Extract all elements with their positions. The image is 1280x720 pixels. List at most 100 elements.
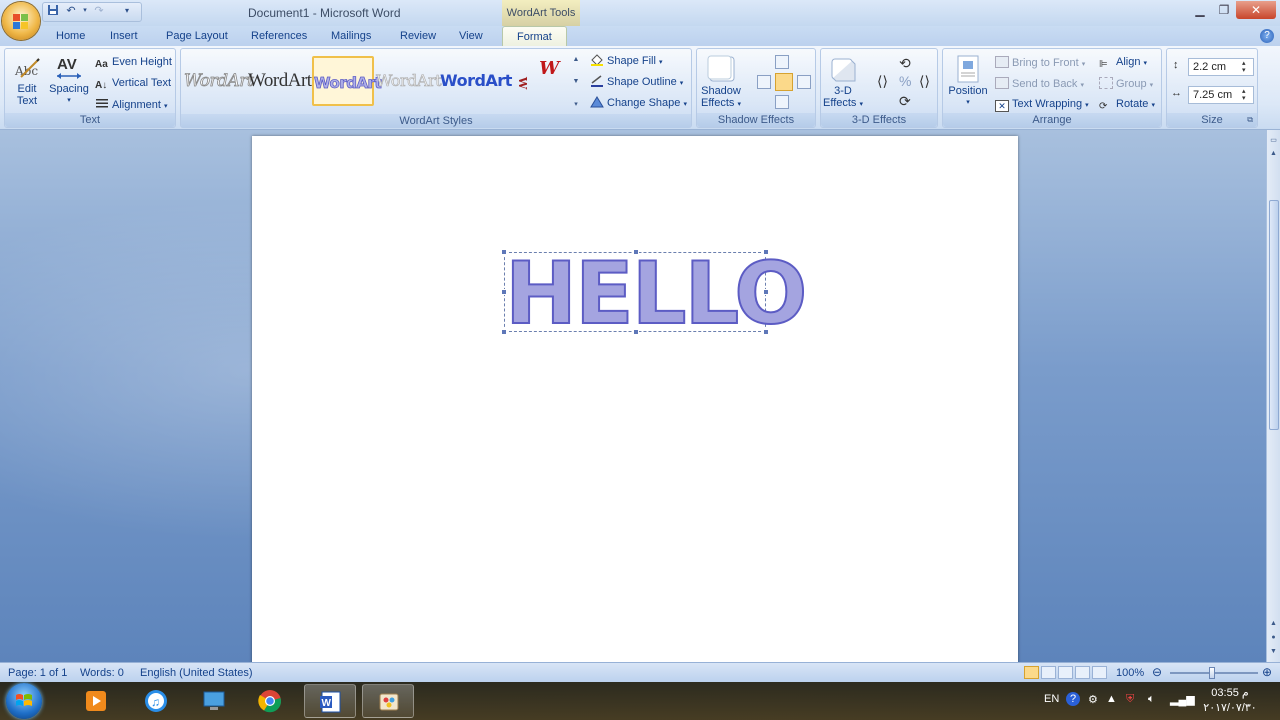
- page-count[interactable]: Page: 1 of 1: [8, 667, 67, 679]
- nudge-shadow-down-icon[interactable]: [775, 95, 789, 109]
- resize-handle-s[interactable]: [633, 329, 639, 335]
- tilt-down-icon[interactable]: ⟳: [899, 93, 911, 110]
- tab-references[interactable]: References: [251, 30, 307, 42]
- tab-page-layout[interactable]: Page Layout: [166, 30, 228, 42]
- taskbar-chrome[interactable]: [244, 684, 296, 718]
- group-button[interactable]: Group ▾: [1099, 77, 1153, 90]
- taskbar-paint[interactable]: [362, 684, 414, 718]
- next-page-icon[interactable]: ▼: [1267, 648, 1280, 655]
- height-spinner-icon[interactable]: ▴ ▾: [1242, 60, 1246, 74]
- rotate-button[interactable]: ⟳ Rotate ▾: [1099, 98, 1155, 113]
- zoom-level[interactable]: 100%: [1116, 667, 1144, 679]
- volume-icon[interactable]: 🔈︎: [1148, 693, 1155, 706]
- web-layout-view-icon[interactable]: [1058, 666, 1073, 679]
- draft-view-icon[interactable]: [1092, 666, 1107, 679]
- tab-format[interactable]: Format: [502, 26, 567, 46]
- vertical-text-button[interactable]: A↓ Vertical Text: [95, 77, 171, 92]
- security-alert-icon[interactable]: ⛨: [1126, 693, 1134, 706]
- language-options-icon[interactable]: ⚙: [1088, 693, 1098, 706]
- vertical-scrollbar[interactable]: ▭ ▲ ▲ ● ▼: [1266, 130, 1280, 662]
- print-layout-view-icon[interactable]: [1024, 666, 1039, 679]
- wordart-style-6-vertical[interactable]: W: [504, 56, 529, 106]
- tilt-up-icon[interactable]: ⟲: [899, 55, 911, 72]
- tilt-left-icon[interactable]: ⟨⟩: [877, 73, 888, 90]
- ruler-toggle-icon[interactable]: ▭: [1267, 136, 1280, 144]
- tab-insert[interactable]: Insert: [110, 30, 138, 42]
- 3d-effects-button[interactable]: 3-D Effects ▾: [823, 55, 863, 111]
- close-button[interactable]: ✕: [1236, 1, 1276, 19]
- save-icon[interactable]: [46, 4, 60, 18]
- resize-handle-sw[interactable]: [501, 329, 507, 335]
- outline-view-icon[interactable]: [1075, 666, 1090, 679]
- wordart-style-2[interactable]: WordArt: [248, 56, 312, 106]
- undo-dropdown-icon[interactable]: ▾: [82, 4, 88, 18]
- redo-icon[interactable]: ↷: [92, 4, 106, 18]
- position-button[interactable]: Position ▾: [947, 55, 989, 109]
- tab-home[interactable]: Home: [56, 30, 85, 42]
- customize-qat-icon[interactable]: ▾: [120, 4, 134, 18]
- input-language[interactable]: EN: [1044, 693, 1059, 705]
- gallery-more-icon[interactable]: ▾: [570, 100, 582, 108]
- taskbar-word[interactable]: W: [304, 684, 356, 718]
- resize-handle-se[interactable]: [763, 329, 769, 335]
- scroll-up-icon[interactable]: ▲: [1267, 150, 1280, 157]
- even-height-button[interactable]: Aa Even Height: [95, 56, 172, 71]
- select-browse-object-icon[interactable]: ●: [1267, 634, 1280, 641]
- gallery-down-icon[interactable]: ▼: [570, 78, 582, 85]
- zoom-in-icon[interactable]: ⊕: [1262, 665, 1272, 679]
- bring-to-front-button[interactable]: Bring to Front ▾: [995, 56, 1085, 69]
- show-hidden-icons-icon[interactable]: ▲: [1106, 693, 1117, 705]
- tab-mailings[interactable]: Mailings: [331, 30, 371, 42]
- system-clock[interactable]: 03:55 م ٢٠١٧/٠٧/٣٠: [1198, 686, 1262, 716]
- nudge-shadow-left-icon[interactable]: [757, 75, 771, 89]
- tab-view[interactable]: View: [459, 30, 483, 42]
- taskbar-itunes[interactable]: ♫: [130, 684, 182, 718]
- help-icon[interactable]: ?: [1260, 29, 1274, 43]
- full-screen-reading-view-icon[interactable]: [1041, 666, 1056, 679]
- resize-handle-e[interactable]: [763, 289, 769, 295]
- scrollbar-thumb[interactable]: [1269, 200, 1279, 430]
- word-count[interactable]: Words: 0: [80, 667, 124, 679]
- nudge-shadow-up-icon[interactable]: [775, 55, 789, 69]
- alignment-button[interactable]: Alignment ▾: [95, 98, 168, 111]
- gallery-up-icon[interactable]: ▲: [570, 56, 582, 63]
- taskbar-monitor-app[interactable]: [188, 684, 240, 718]
- resize-handle-w[interactable]: [501, 289, 507, 295]
- align-button[interactable]: ⊫ Align ▾: [1099, 56, 1147, 71]
- shadow-on-off-icon[interactable]: [775, 73, 793, 91]
- undo-icon[interactable]: ↶: [64, 4, 78, 18]
- change-shape-button[interactable]: Change Shape ▾: [590, 96, 687, 109]
- tilt-right-icon[interactable]: ⟨⟩: [919, 73, 930, 90]
- start-button[interactable]: [6, 683, 42, 719]
- shadow-effects-button[interactable]: Shadow Effects ▾: [699, 55, 743, 111]
- network-signal-icon[interactable]: ▂▄▆: [1170, 693, 1195, 706]
- document-page[interactable]: HELLO: [252, 136, 1018, 662]
- size-dialog-launcher-icon[interactable]: ⧉: [1247, 113, 1253, 127]
- shape-fill-button[interactable]: Shape Fill ▾: [590, 54, 663, 67]
- previous-page-icon[interactable]: ▲: [1267, 620, 1280, 627]
- minimize-button[interactable]: ▁: [1188, 1, 1212, 19]
- maximize-button[interactable]: ❐: [1212, 1, 1236, 19]
- office-button[interactable]: [2, 2, 40, 40]
- spacing-button[interactable]: AV Spacing ▾: [49, 55, 89, 107]
- send-to-back-button[interactable]: Send to Back ▾: [995, 77, 1084, 90]
- resize-handle-ne[interactable]: [763, 249, 769, 255]
- wordart-style-1[interactable]: WordArt: [184, 56, 255, 106]
- zoom-slider-thumb[interactable]: [1209, 667, 1215, 679]
- language-indicator[interactable]: English (United States): [140, 667, 253, 679]
- wordart-style-3-selected[interactable]: WordArt: [312, 56, 382, 106]
- nudge-shadow-right-icon[interactable]: [797, 75, 811, 89]
- tab-review[interactable]: Review: [400, 30, 436, 42]
- 3d-on-off-icon[interactable]: %: [899, 73, 911, 89]
- zoom-out-icon[interactable]: ⊖: [1152, 665, 1162, 679]
- width-spinner-icon[interactable]: ▴ ▾: [1242, 88, 1246, 102]
- wordart-style-7[interactable]: W: [534, 56, 564, 106]
- resize-handle-nw[interactable]: [501, 249, 507, 255]
- wordart-style-5[interactable]: WordArt: [440, 56, 512, 106]
- resize-handle-n[interactable]: [633, 249, 639, 255]
- language-help-icon[interactable]: ?: [1066, 692, 1080, 706]
- text-wrapping-button[interactable]: ✕ Text Wrapping ▾: [995, 98, 1089, 112]
- taskbar-media-player[interactable]: [70, 684, 122, 718]
- shape-outline-button[interactable]: Shape Outline ▾: [590, 75, 683, 88]
- edit-text-button[interactable]: Abc Edit Text: [11, 55, 43, 107]
